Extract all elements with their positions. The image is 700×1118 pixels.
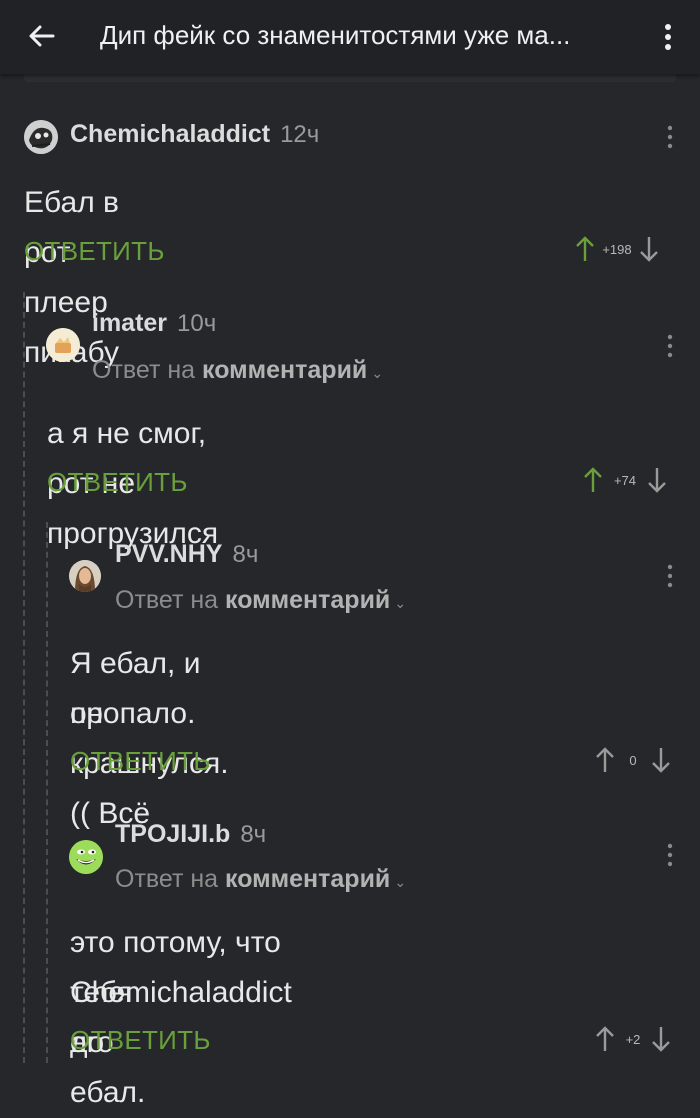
chevron-down-icon: ⌄ (371, 365, 384, 381)
rating-score: +74 (613, 472, 637, 488)
avatar[interactable] (69, 560, 101, 592)
thread-line-level-1 (23, 292, 25, 1063)
reply-to-prefix: Ответ на (115, 865, 219, 893)
arrow-up-icon[interactable] (574, 234, 596, 264)
arrow-down-icon[interactable] (638, 234, 660, 264)
comment-time: 8ч (232, 541, 259, 568)
rating-controls: +2 (594, 1024, 672, 1054)
comment-time: 10ч (177, 310, 217, 337)
username[interactable]: imater (92, 309, 167, 338)
rating-score: +198 (602, 241, 632, 257)
top-app-bar: Дип фейк со знаменитостями уже ма... (0, 0, 700, 74)
avatar-image-icon (69, 840, 103, 874)
comment-text-line: Я ебал, и он крашнулся. (( Всё (70, 647, 229, 830)
more-vert-icon[interactable] (665, 842, 675, 868)
reply-button[interactable]: ОТВЕТИТЬ (70, 746, 211, 777)
comment-time: 12ч (280, 121, 320, 148)
avatar[interactable] (24, 120, 58, 154)
thread-line-level-2 (46, 522, 48, 1063)
rating-score: 0 (629, 752, 637, 768)
avatar-image-icon (24, 120, 58, 154)
avatar-image-icon (69, 560, 101, 592)
rating-controls: 0 (594, 745, 672, 775)
comment-time: 8ч (240, 821, 267, 848)
reply-to-target[interactable]: комментарий (202, 356, 367, 384)
arrow-down-icon[interactable] (650, 1024, 672, 1054)
more-vert-icon[interactable] (660, 22, 676, 52)
more-vert-icon[interactable] (665, 124, 675, 150)
reply-to-prefix: Ответ на (115, 586, 219, 614)
username[interactable]: PVV.NHY (115, 540, 222, 569)
reply-button[interactable]: ОТВЕТИТЬ (70, 1025, 211, 1056)
username[interactable]: TPOJIJI.b (115, 820, 230, 849)
chevron-down-icon: ⌄ (394, 595, 407, 611)
username[interactable]: Chemichaladdict (70, 120, 270, 149)
reply-button[interactable]: ОТВЕТИТЬ (24, 236, 165, 267)
avatar[interactable] (46, 328, 80, 362)
comment-text-line: пропало. (70, 697, 196, 730)
more-vert-icon[interactable] (665, 333, 675, 359)
reply-to-target[interactable]: комментарий (225, 586, 390, 614)
avatar-image-icon (46, 328, 80, 362)
reply-to-prefix: Ответ на (92, 356, 196, 384)
rating-controls: +74 (582, 465, 668, 495)
reply-to-link[interactable]: Ответ на комментарий ⌄ (92, 356, 383, 385)
page-title: Дип фейк со знаменитостями уже ма... (100, 20, 571, 50)
more-vert-icon[interactable] (665, 563, 675, 589)
rating-score: +2 (625, 1031, 641, 1047)
chevron-down-icon: ⌄ (394, 874, 407, 890)
reply-button[interactable]: ОТВЕТИТЬ (47, 467, 188, 498)
back-arrow-icon[interactable] (26, 20, 58, 52)
arrow-down-icon[interactable] (646, 465, 668, 495)
rating-controls: +198 (574, 234, 660, 264)
arrow-down-icon[interactable] (650, 745, 672, 775)
arrow-up-icon[interactable] (582, 465, 604, 495)
reply-to-target[interactable]: комментарий (225, 865, 390, 893)
reply-to-link[interactable]: Ответ на комментарий ⌄ (115, 586, 406, 615)
arrow-up-icon[interactable] (594, 1024, 616, 1054)
arrow-up-icon[interactable] (594, 745, 616, 775)
reply-to-link[interactable]: Ответ на комментарий ⌄ (115, 865, 406, 894)
previous-content-edge (24, 74, 676, 82)
avatar[interactable] (69, 840, 103, 874)
